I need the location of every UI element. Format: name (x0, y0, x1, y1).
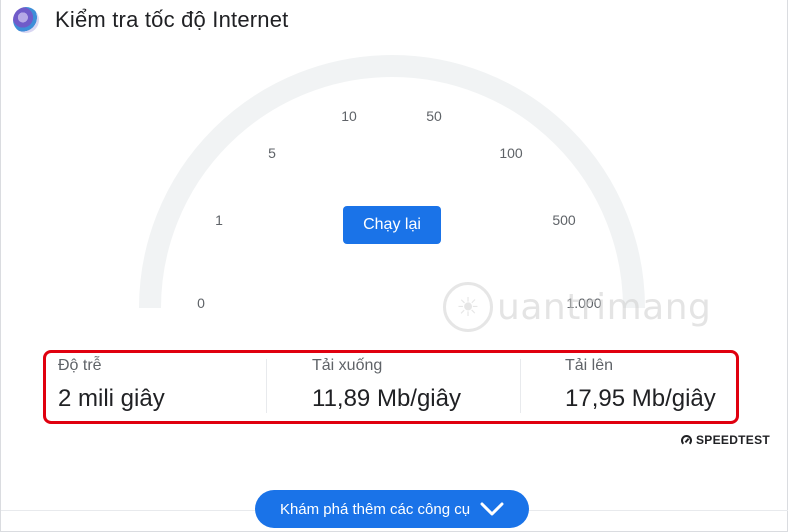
gauge-tick-10: 10 (341, 108, 357, 124)
results-panel: Độ trễ 2 mili giây Tải xuống 11,89 Mb/gi… (43, 350, 739, 424)
gauge-track (139, 55, 645, 309)
latency-value: 2 mili giây (58, 385, 165, 412)
download-label: Tải xuống (312, 357, 383, 374)
latency-metric: Độ trễ 2 mili giây (58, 353, 258, 421)
results-divider (520, 359, 521, 413)
speed-test-card: Kiểm tra tốc độ Internet 0 1 5 10 50 100… (0, 0, 788, 532)
explore-more-tools-label: Khám phá thêm các công cụ (279, 500, 471, 518)
latency-label: Độ trễ (58, 357, 102, 374)
gauge-tick-1: 1 (215, 212, 223, 228)
explore-more-tools-button[interactable]: Khám phá thêm các công cụ (255, 490, 529, 528)
gauge-tick-5: 5 (268, 145, 276, 161)
download-metric: Tải xuống 11,89 Mb/giây (312, 353, 512, 421)
speedtest-label: SPEEDTEST (696, 433, 771, 447)
speedtest-attribution[interactable]: SPEEDTEST (681, 432, 770, 448)
gauge-tick-0: 0 (197, 295, 205, 311)
lightbulb-icon: ☀ (443, 282, 493, 332)
gauge-tick-100: 100 (499, 145, 523, 161)
upload-label: Tải lên (565, 357, 614, 374)
speedtest-gauge-icon (681, 434, 692, 446)
upload-metric: Tải lên 17,95 Mb/giây (565, 353, 735, 421)
gauge-tick-50: 50 (426, 108, 442, 124)
watermark-text: uantrimang (497, 286, 712, 328)
run-again-button[interactable]: Chạy lại (343, 206, 441, 244)
results-divider (266, 359, 267, 413)
upload-value: 17,95 Mb/giây (565, 385, 716, 412)
gauge-tick-500: 500 (552, 212, 576, 228)
download-value: 11,89 Mb/giây (312, 385, 461, 412)
chevron-down-icon (480, 502, 504, 516)
watermark-logo: ☀ uantrimang (443, 278, 711, 336)
